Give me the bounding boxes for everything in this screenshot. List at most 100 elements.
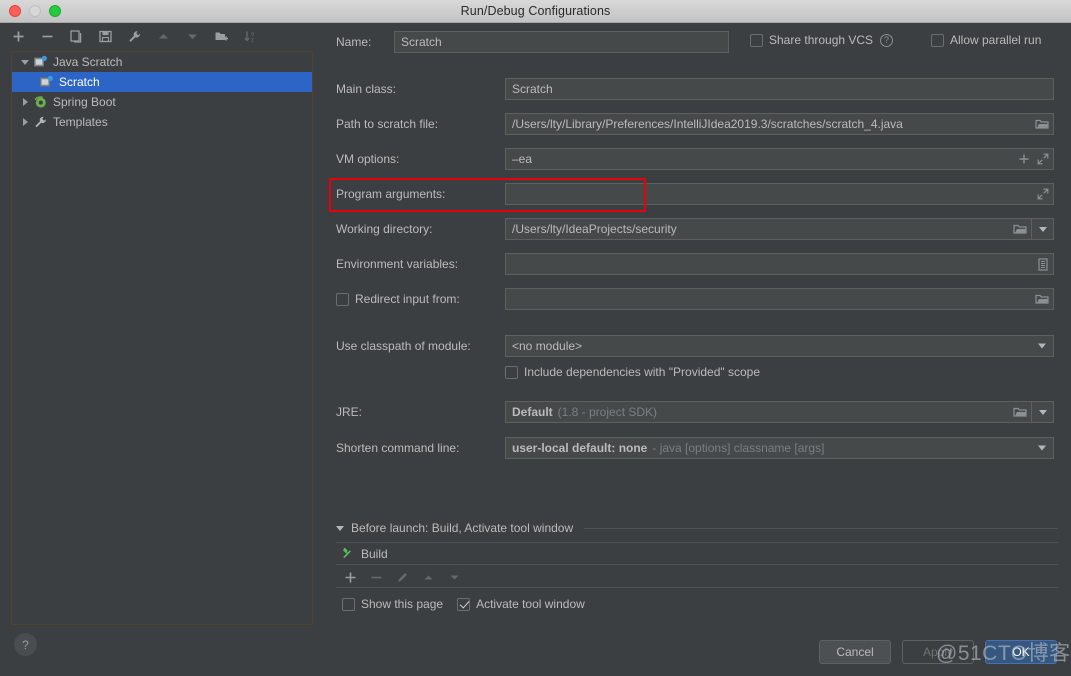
environment-variables-input[interactable] [505, 253, 1054, 275]
checkbox-box[interactable] [457, 597, 471, 611]
checkbox-box[interactable] [750, 33, 763, 47]
field-right-icons [1037, 254, 1049, 274]
checkbox-box[interactable] [931, 33, 944, 47]
dialog-content: a z Java Scratch Scratch Spring Boot Tem… [0, 23, 1071, 676]
chevron-right-icon[interactable] [18, 115, 32, 129]
tree-item-scratch[interactable]: Scratch [12, 72, 312, 92]
program-arguments-label: Program arguments: [336, 187, 446, 201]
working-directory-dropdown-button[interactable] [1031, 219, 1053, 239]
sort-alphabetically-icon[interactable]: a z [242, 28, 259, 45]
working-directory-input[interactable]: /Users/lty/IdeaProjects/security [505, 218, 1054, 240]
checkbox-box[interactable] [336, 292, 349, 306]
chevron-down-icon [1038, 409, 1047, 415]
checkbox-box[interactable] [342, 597, 355, 611]
move-task-down-icon[interactable] [448, 571, 461, 584]
expand-editor-icon[interactable] [1037, 188, 1049, 200]
svg-text:z: z [251, 38, 254, 44]
tree-item-templates[interactable]: Templates [12, 112, 312, 132]
edit-task-icon[interactable] [396, 571, 409, 584]
add-task-icon[interactable] [344, 571, 357, 584]
help-question-label: ? [884, 34, 890, 45]
vm-options-input[interactable]: –ea [505, 148, 1054, 170]
show-this-page-checkbox[interactable]: Show this page [342, 597, 443, 611]
name-input[interactable]: Scratch [394, 31, 729, 53]
allow-parallel-run-checkbox[interactable]: Allow parallel run [931, 33, 1041, 47]
minimize-window-button[interactable] [29, 5, 41, 17]
shorten-command-line-combo[interactable]: user-local default: none - java [options… [505, 437, 1054, 459]
add-icon[interactable] [10, 28, 27, 45]
include-provided-scope-checkbox[interactable]: Include dependencies with "Provided" sco… [505, 365, 760, 379]
vm-options-label: VM options: [336, 152, 400, 166]
move-up-icon[interactable] [155, 28, 172, 45]
program-arguments-input[interactable] [505, 183, 1054, 205]
activate-tool-window-checkbox[interactable]: Activate tool window [457, 597, 585, 611]
checkbox-box[interactable] [505, 365, 518, 379]
expand-editor-icon[interactable] [1037, 153, 1049, 165]
zoom-window-button[interactable] [49, 5, 61, 17]
close-window-button[interactable] [9, 5, 21, 17]
chevron-down-icon [1038, 226, 1047, 232]
shorten-command-line-hint: - java [options] classname [args] [652, 441, 825, 455]
chevron-down-icon[interactable] [336, 525, 344, 531]
jre-hint: (1.8 - project SDK) [557, 405, 658, 419]
edit-env-list-icon[interactable] [1037, 257, 1049, 271]
program-arguments-row: Program arguments: [336, 183, 1054, 205]
help-question-icon[interactable]: ? [880, 33, 894, 47]
chevron-right-icon[interactable] [18, 95, 32, 109]
browse-folder-icon[interactable] [1013, 406, 1027, 418]
window-title: Run/Debug Configurations [460, 4, 611, 18]
add-macro-icon[interactable] [1018, 153, 1030, 165]
apply-button[interactable]: Apply [902, 640, 974, 664]
redirect-input-from-input[interactable] [505, 288, 1054, 310]
working-directory-value: /Users/lty/IdeaProjects/security [512, 222, 677, 236]
jre-dropdown-button[interactable] [1031, 402, 1053, 422]
remove-task-icon[interactable] [370, 571, 383, 584]
path-to-scratch-file-input[interactable]: /Users/lty/Library/Preferences/IntelliJI… [505, 113, 1054, 135]
main-class-label: Main class: [336, 82, 397, 96]
browse-folder-icon[interactable] [1035, 118, 1049, 130]
move-down-icon[interactable] [184, 28, 201, 45]
share-through-vcs-checkbox[interactable]: Share through VCS [750, 33, 873, 47]
before-launch-task-list[interactable]: Build [336, 542, 1058, 565]
wrench-icon[interactable] [126, 28, 143, 45]
jre-label: JRE: [336, 405, 363, 419]
help-button-label: ? [22, 637, 29, 652]
use-classpath-of-module-label: Use classpath of module: [336, 339, 471, 353]
remove-icon[interactable] [39, 28, 56, 45]
vm-options-row: VM options: –ea [336, 148, 1054, 170]
move-task-up-icon[interactable] [422, 571, 435, 584]
main-class-value: Scratch [512, 82, 553, 96]
use-classpath-of-module-combo[interactable]: <no module> [505, 335, 1054, 357]
tree-item-spring-boot[interactable]: Spring Boot [12, 92, 312, 112]
browse-folder-icon[interactable] [1035, 293, 1049, 305]
redirect-input-from-label: Redirect input from: [355, 292, 460, 306]
main-class-input[interactable]: Scratch [505, 78, 1054, 100]
configurations-tree[interactable]: Java Scratch Scratch Spring Boot Templat… [11, 51, 313, 625]
chevron-down-icon[interactable] [1038, 343, 1046, 349]
name-value: Scratch [401, 35, 442, 49]
jre-combo[interactable]: Default (1.8 - project SDK) [505, 401, 1054, 423]
share-through-vcs-label: Share through VCS [769, 33, 874, 47]
tree-item-java-scratch[interactable]: Java Scratch [12, 52, 312, 72]
chevron-down-icon[interactable] [1038, 445, 1046, 451]
chevron-down-icon[interactable] [18, 55, 32, 69]
before-launch-header[interactable]: Before launch: Build, Activate tool wind… [336, 521, 1058, 535]
configuration-editor-panel: Name: Scratch Share through VCS ? Allow … [324, 23, 1071, 676]
configurations-toolbar: a z [0, 23, 324, 50]
configurations-left-panel: a z Java Scratch Scratch Spring Boot Tem… [0, 23, 324, 676]
copy-configuration-icon[interactable] [68, 28, 85, 45]
help-button[interactable]: ? [14, 633, 37, 656]
ok-button[interactable]: OK [985, 640, 1057, 664]
jre-row: JRE: Default (1.8 - project SDK) [336, 401, 1054, 423]
before-launch-task-label: Build [361, 546, 388, 561]
traffic-light-group [9, 5, 61, 17]
redirect-input-from-checkbox[interactable]: Redirect input from: [336, 292, 505, 306]
name-row: Name: Scratch [336, 31, 729, 53]
new-folder-icon[interactable] [213, 28, 230, 45]
field-right-icons [1037, 184, 1049, 204]
cancel-button[interactable]: Cancel [819, 640, 891, 664]
field-right-icons [1035, 289, 1049, 309]
save-configuration-icon[interactable] [97, 28, 114, 45]
browse-folder-icon[interactable] [1013, 223, 1027, 235]
dialog-button-bar: Cancel Apply OK [819, 640, 1057, 664]
